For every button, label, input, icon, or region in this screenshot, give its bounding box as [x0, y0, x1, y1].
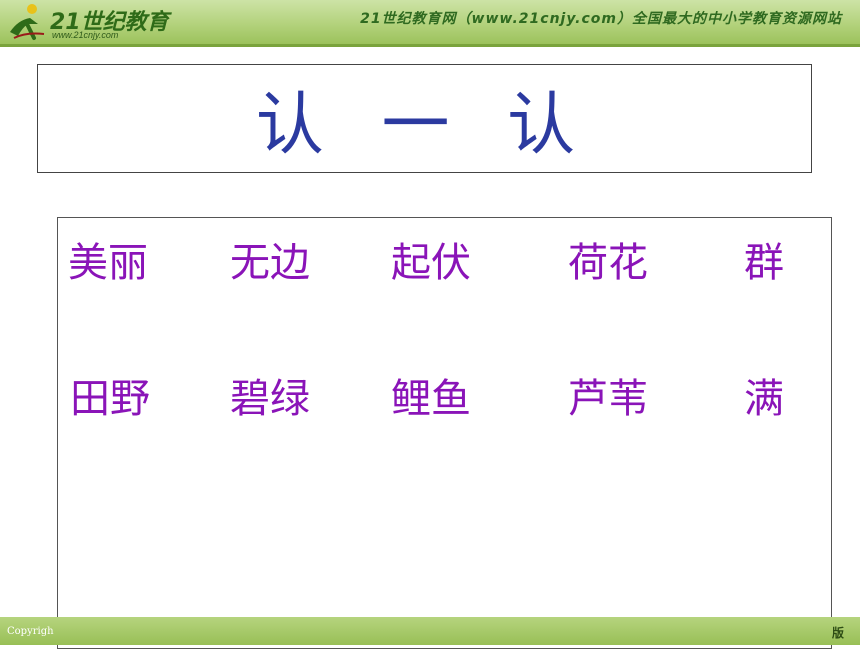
word-item: 群 [744, 240, 784, 286]
logo-url: www.21cnjy.com [52, 30, 119, 40]
footer-right-text: 版 [831, 626, 844, 640]
word-item: 起伏 [391, 240, 471, 286]
title-box: 认 一 认 [37, 64, 812, 173]
word-item: 芦苇 [568, 376, 648, 422]
word-item: 鲤鱼 [391, 376, 471, 422]
word-item: 无边 [230, 240, 310, 286]
logo-runner-icon [10, 4, 45, 40]
header-divider [0, 44, 860, 47]
word-item: 碧绿 [230, 376, 310, 422]
word-item: 满 [744, 376, 784, 422]
site-tagline: 21世纪教育网（www.21cnjy.com）全国最大的中小学教育资源网站 [360, 11, 842, 27]
word-item: 田野 [70, 376, 150, 422]
word-box: 美丽 无边 起伏 荷花 群 田野 碧绿 鲤鱼 芦苇 满 [57, 217, 832, 649]
slide-title: 认 一 认 [255, 86, 594, 165]
word-item: 美丽 [68, 240, 148, 286]
word-item: 荷花 [568, 240, 648, 286]
copyright-text: Copyrigh [7, 626, 54, 637]
footer-band [0, 617, 860, 645]
